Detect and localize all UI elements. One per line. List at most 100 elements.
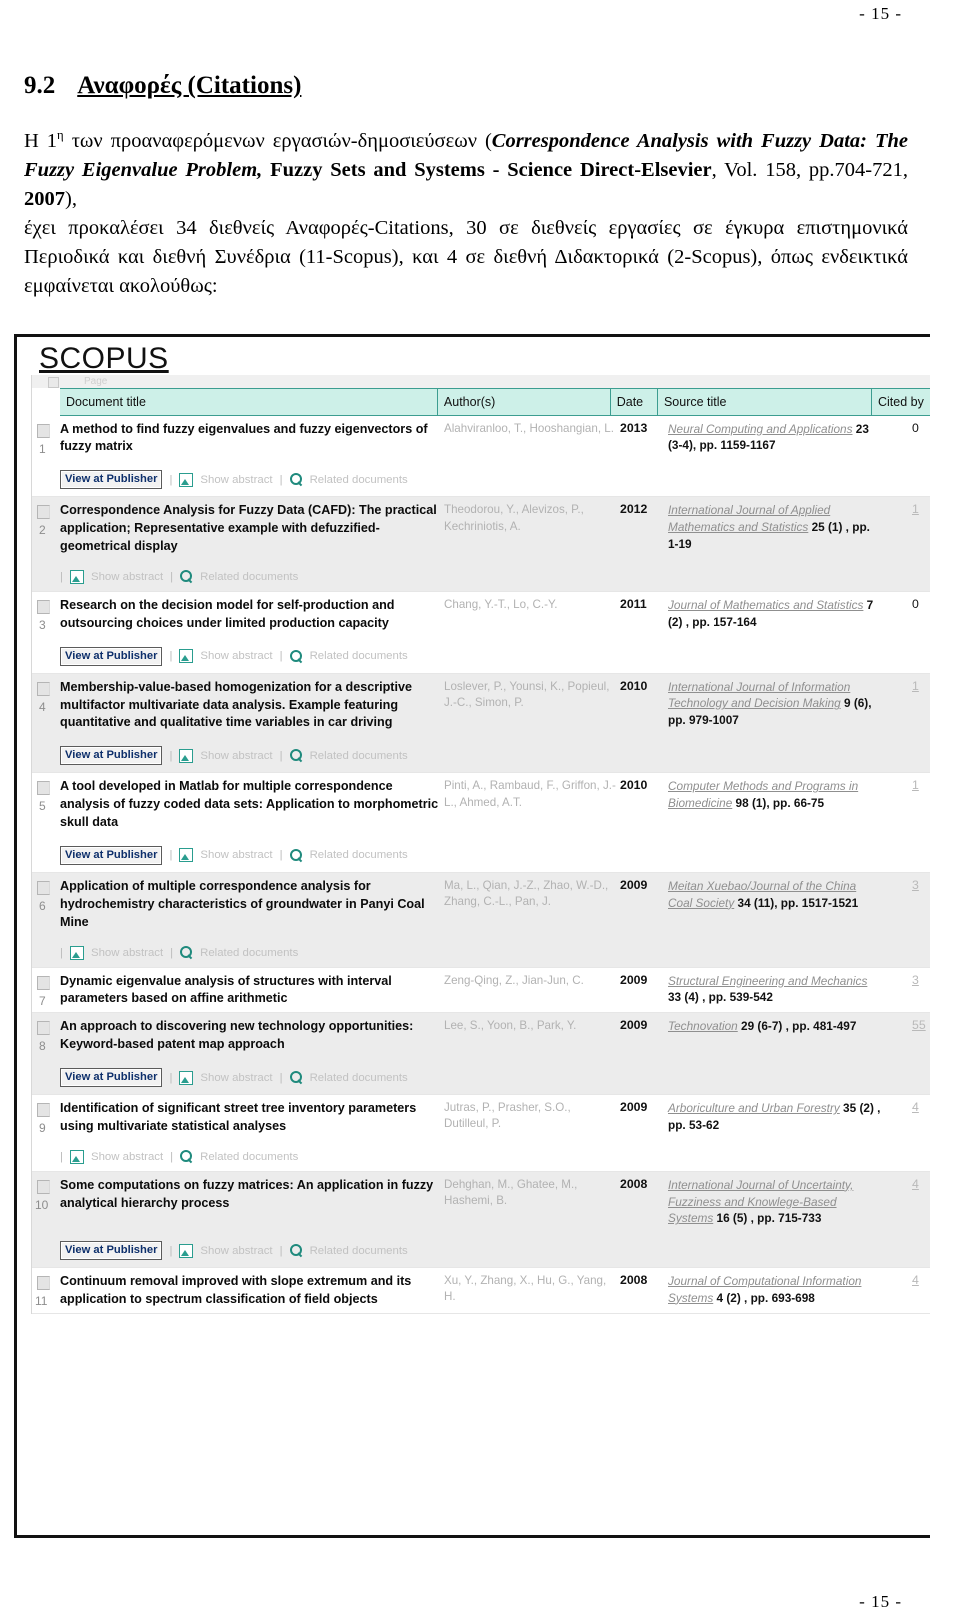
cell-authors[interactable]: Chang, Y.-T., Lo, C.-Y. bbox=[444, 597, 620, 633]
row-checkbox[interactable] bbox=[37, 423, 50, 438]
related-documents-link[interactable]: Related documents bbox=[310, 750, 408, 762]
column-header-authors[interactable]: Author(s) bbox=[436, 388, 610, 415]
column-header-cited-by[interactable]: Cited by bbox=[871, 388, 930, 415]
related-documents-link[interactable]: Related documents bbox=[310, 474, 408, 486]
row-checkbox[interactable] bbox=[37, 1021, 50, 1036]
cell-authors[interactable]: Ma, L., Qian, J.-Z., Zhao, W.-D., Zhang,… bbox=[444, 878, 620, 932]
cell-document-title[interactable]: A method to find fuzzy eigenvalues and f… bbox=[60, 421, 444, 457]
cell-document-title[interactable]: Membership-value-based homogenization fo… bbox=[60, 679, 444, 733]
action-separator: | bbox=[279, 650, 283, 663]
cell-authors[interactable]: Jutras, P., Prasher, S.O., Dutilleul, P. bbox=[444, 1100, 620, 1136]
cell-document-title[interactable]: Application of multiple correspondence a… bbox=[60, 878, 444, 932]
source-journal-link[interactable]: Arboriculture and Urban Forestry bbox=[668, 1101, 840, 1115]
cell-cited-by[interactable]: 4 bbox=[886, 1273, 930, 1309]
cell-document-title[interactable]: Research on the decision model for self-… bbox=[60, 597, 444, 633]
cell-document-title[interactable]: Continuum removal improved with slope ex… bbox=[60, 1273, 444, 1309]
cell-cited-by[interactable]: 1 bbox=[886, 502, 930, 556]
para1-seg-c: , Vol. 158, pp.704-721, bbox=[711, 158, 908, 181]
table-row[interactable]: 8 An approach to discovering new technolo… bbox=[32, 1013, 930, 1095]
show-abstract-link[interactable]: Show abstract bbox=[91, 571, 163, 583]
table-row[interactable]: 9 Identification of significant street tr… bbox=[32, 1095, 930, 1172]
table-row[interactable]: 4 Membership-value-based homogenization f… bbox=[32, 673, 930, 774]
cell-authors[interactable]: Zeng-Qing, Z., Jian-Jun, C. bbox=[444, 973, 620, 1009]
table-row[interactable]: 7 Dynamic eigenvalue analysis of structur… bbox=[32, 967, 930, 1014]
select-all-checkbox[interactable] bbox=[48, 376, 59, 388]
cell-cited-by[interactable]: 1 bbox=[886, 778, 930, 832]
row-checkbox[interactable] bbox=[37, 505, 50, 520]
cell-cited-by[interactable]: 3 bbox=[886, 878, 930, 932]
cell-authors[interactable]: Alahviranloo, T., Hooshangian, L. bbox=[444, 421, 620, 457]
row-fields: Research on the decision model for self-… bbox=[60, 597, 930, 633]
related-documents-link[interactable]: Related documents bbox=[310, 1245, 408, 1257]
source-journal-link[interactable]: Structural Engineering and Mechanics bbox=[668, 974, 867, 988]
table-row[interactable]: 1 A method to find fuzzy eigenvalues and … bbox=[32, 415, 930, 498]
view-at-publisher-button[interactable]: View at Publisher bbox=[60, 470, 163, 490]
row-checkbox[interactable] bbox=[37, 1179, 50, 1194]
cell-authors[interactable]: Xu, Y., Zhang, X., Hu, G., Yang, H. bbox=[444, 1273, 620, 1309]
row-body: Research on the decision model for self-… bbox=[60, 592, 930, 673]
view-at-publisher-button[interactable]: View at Publisher bbox=[60, 1068, 163, 1087]
cell-document-title[interactable]: An approach to discovering new technolog… bbox=[60, 1018, 444, 1054]
table-row[interactable]: 5 A tool developed in Matlab for multiple… bbox=[32, 773, 930, 873]
column-header-source-title[interactable]: Source title bbox=[656, 388, 871, 415]
cell-document-title[interactable]: Some computations on fuzzy matrices: An … bbox=[60, 1177, 444, 1227]
row-body: A method to find fuzzy eigenvalues and f… bbox=[60, 416, 930, 497]
para1-seg-a: Η 1 bbox=[24, 129, 58, 152]
row-index: 6 bbox=[39, 898, 46, 913]
row-checkbox[interactable] bbox=[37, 880, 50, 895]
action-separator: | bbox=[60, 1150, 63, 1163]
cell-authors[interactable]: Theodorou, Y., Alevizos, P., Kechrinioti… bbox=[444, 502, 620, 556]
column-header-date[interactable]: Date bbox=[609, 388, 657, 415]
related-documents-link[interactable]: Related documents bbox=[200, 947, 298, 959]
show-abstract-link[interactable]: Show abstract bbox=[200, 849, 272, 861]
view-at-publisher-button[interactable]: View at Publisher bbox=[60, 646, 163, 666]
source-journal-link[interactable]: Neural Computing and Applications bbox=[668, 422, 853, 436]
view-at-publisher-button[interactable]: View at Publisher bbox=[60, 746, 163, 766]
cell-authors[interactable]: Loslever, P., Younsi, K., Popieul, J.-C.… bbox=[444, 679, 620, 733]
show-abstract-link[interactable]: Show abstract bbox=[91, 1151, 163, 1163]
cell-document-title[interactable]: Identification of significant street tre… bbox=[60, 1100, 444, 1136]
source-journal-link[interactable]: International Journal of Applied Mathema… bbox=[668, 503, 830, 534]
show-abstract-link[interactable]: Show abstract bbox=[91, 947, 163, 959]
cell-cited-by[interactable]: 4 bbox=[886, 1100, 930, 1136]
view-at-publisher-button[interactable]: View at Publisher bbox=[60, 845, 163, 865]
view-at-publisher-button[interactable]: View at Publisher bbox=[60, 1241, 163, 1260]
table-row[interactable]: 6 Application of multiple correspondence … bbox=[32, 872, 930, 968]
show-abstract-link[interactable]: Show abstract bbox=[200, 750, 272, 762]
source-journal-link[interactable]: Journal of Mathematics and Statistics bbox=[668, 598, 863, 612]
column-header-document-title[interactable]: Document title bbox=[60, 389, 437, 415]
source-journal-link[interactable]: International Journal of Information Tec… bbox=[668, 680, 850, 711]
show-abstract-link[interactable]: Show abstract bbox=[200, 474, 272, 486]
cell-cited-by[interactable]: 55 bbox=[886, 1018, 930, 1054]
row-checkbox[interactable] bbox=[37, 599, 50, 614]
related-documents-link[interactable]: Related documents bbox=[200, 1151, 298, 1163]
show-abstract-link[interactable]: Show abstract bbox=[200, 1245, 272, 1257]
related-documents-link[interactable]: Related documents bbox=[310, 1072, 408, 1084]
table-row[interactable]: 2 Correspondence Analysis for Fuzzy Data … bbox=[32, 497, 930, 592]
related-documents-link[interactable]: Related documents bbox=[200, 571, 298, 583]
row-action-bar: View at Publisher | Show abstract | Related … bbox=[60, 1068, 930, 1090]
row-checkbox[interactable] bbox=[37, 1276, 50, 1290]
row-checkbox[interactable] bbox=[37, 681, 50, 696]
row-checkbox[interactable] bbox=[37, 781, 50, 796]
table-row[interactable]: 10 Some computations on fuzzy matrices: A… bbox=[32, 1171, 930, 1268]
cell-cited-by[interactable]: 4 bbox=[886, 1177, 930, 1227]
cell-authors[interactable]: Dehghan, M., Ghatee, M., Hashemi, B. bbox=[444, 1177, 620, 1227]
cell-document-title[interactable]: Dynamic eigenvalue analysis of structure… bbox=[60, 973, 444, 1009]
cell-authors[interactable]: Pinti, A., Rambaud, F., Griffon, J.-L., … bbox=[444, 778, 620, 832]
show-abstract-link[interactable]: Show abstract bbox=[200, 1072, 272, 1084]
cell-cited-by[interactable]: 1 bbox=[886, 679, 930, 733]
related-documents-link[interactable]: Related documents bbox=[310, 650, 408, 662]
row-checkbox[interactable] bbox=[37, 975, 50, 990]
source-journal-link[interactable]: Technovation bbox=[668, 1019, 738, 1033]
row-checkbox[interactable] bbox=[37, 1103, 50, 1117]
show-abstract-link[interactable]: Show abstract bbox=[200, 650, 272, 662]
row-fields: Correspondence Analysis for Fuzzy Data (… bbox=[60, 502, 930, 556]
cell-document-title[interactable]: Correspondence Analysis for Fuzzy Data (… bbox=[60, 502, 444, 556]
cell-authors[interactable]: Lee, S., Yoon, B., Park, Y. bbox=[444, 1018, 620, 1054]
cell-cited-by[interactable]: 3 bbox=[886, 973, 930, 1009]
related-documents-link[interactable]: Related documents bbox=[310, 849, 408, 861]
table-row[interactable]: 3 Research on the decision model for self… bbox=[32, 591, 930, 674]
table-row[interactable]: 11 Continuum removal improved with slope … bbox=[32, 1268, 930, 1314]
cell-document-title[interactable]: A tool developed in Matlab for multiple … bbox=[60, 778, 444, 832]
